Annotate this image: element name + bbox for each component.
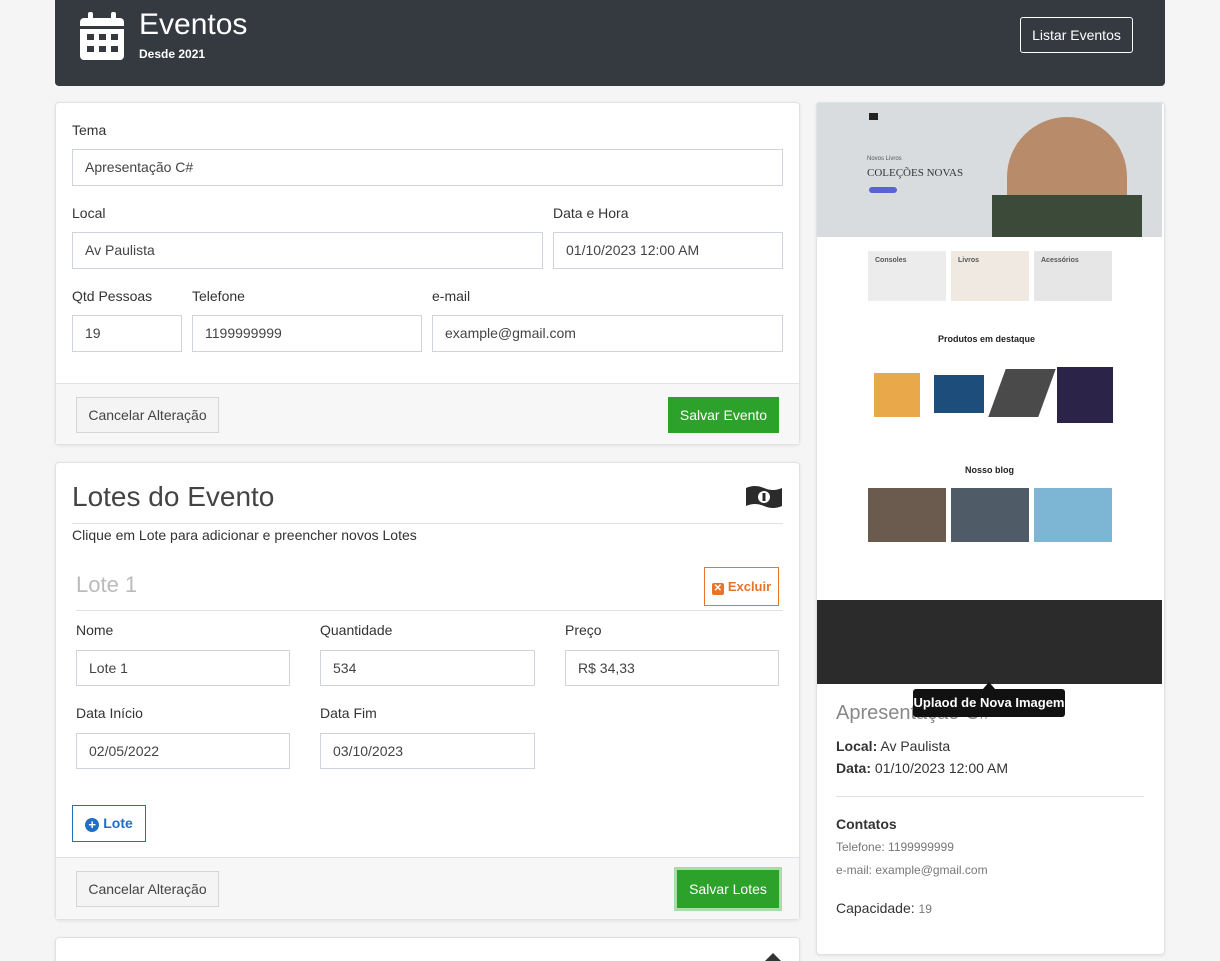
image-product-2 <box>934 375 984 413</box>
preview-capacidade: Capacidade: 19 <box>836 900 932 916</box>
image-hero: Novos Livros COLEÇÕES NOVAS <box>817 103 1162 237</box>
lote-preco-input[interactable]: R$ 34,33 <box>565 650 779 686</box>
preview-data: Data: 01/10/2023 12:00 AM <box>836 760 1008 776</box>
qtd-pessoas-label: Qtd Pessoas <box>72 288 153 304</box>
preview-local-label: Local: <box>836 738 878 754</box>
page-title: Eventos <box>139 8 248 41</box>
image-cat3-label: Acessórios <box>1041 257 1079 264</box>
preview-email: e-mail: example@gmail.com <box>836 863 988 877</box>
image-blog-2 <box>951 488 1029 542</box>
lote-nome-label: Nome <box>76 622 114 638</box>
local-label: Local <box>72 205 106 221</box>
lote-inicio-input[interactable]: 02/05/2022 <box>76 733 290 769</box>
add-lote-button[interactable]: + Lote <box>72 805 146 842</box>
lote-fim-label: Data Fim <box>320 705 377 721</box>
plus-circle-icon: + <box>85 818 100 832</box>
preview-divider <box>836 796 1144 797</box>
preview-capacidade-value: 19 <box>918 902 932 916</box>
preview-local: Local: Av Paulista <box>836 738 950 754</box>
tooltip-arrow <box>983 682 995 689</box>
delete-lote-button[interactable]: ✕ Excluir <box>704 567 779 606</box>
next-card <box>55 937 800 961</box>
image-blog-1 <box>868 488 946 542</box>
image-blog-title: Nosso blog <box>965 465 1014 475</box>
preview-local-value: Av Paulista <box>880 738 951 754</box>
image-hero-title: COLEÇÕES NOVAS <box>867 167 964 179</box>
delete-lote-label: Excluir <box>727 578 772 594</box>
preview-contatos-label: Contatos <box>836 816 897 832</box>
event-preview-card: Novos Livros COLEÇÕES NOVAS Consoles Liv… <box>816 102 1165 955</box>
lotes-title: Lotes do Evento <box>72 481 275 512</box>
close-icon: ✕ <box>711 582 724 595</box>
lote-divider <box>76 610 783 611</box>
tema-input[interactable]: Apresentação C# <box>72 149 783 186</box>
lote-nome-input[interactable]: Lote 1 <box>76 650 290 686</box>
lote-fim-input[interactable]: 03/10/2023 <box>320 733 535 769</box>
image-blog-3 <box>1034 488 1112 542</box>
preview-data-value: 01/10/2023 12:00 AM <box>874 760 1009 776</box>
image-hero-button <box>869 187 897 193</box>
data-hora-label: Data e Hora <box>553 205 629 221</box>
email-input[interactable]: example@gmail.com <box>432 315 783 352</box>
lotes-divider <box>72 523 783 524</box>
lote-title: Lote 1 <box>76 572 138 597</box>
image-hero-small: Novos Livros <box>867 156 902 162</box>
save-lotes-button[interactable]: Salvar Lotes <box>677 870 779 908</box>
lote-quantidade-input[interactable]: 534 <box>320 650 535 686</box>
page-subtitle: Desde 2021 <box>139 47 206 61</box>
lotes-help-text: Clique em Lote para adicionar e preenche… <box>72 527 417 543</box>
image-hero-book <box>992 195 1142 237</box>
preview-data-label: Data: <box>836 760 872 776</box>
preview-telefone: Telefone: 1199999999 <box>836 840 954 854</box>
image-product-3 <box>988 369 1056 417</box>
qtd-pessoas-input[interactable]: 19 <box>72 315 182 352</box>
cancel-event-button[interactable]: Cancelar Alteração <box>76 397 219 433</box>
logo-icon <box>869 113 878 120</box>
preview-capacidade-label: Capacidade: <box>836 900 915 916</box>
image-cat1-label: Consoles <box>875 257 907 264</box>
tema-label: Tema <box>72 122 107 138</box>
add-lote-label: Lote <box>103 815 133 831</box>
upload-image-tooltip: Uplaod de Nova Imagem <box>913 689 1065 717</box>
data-hora-input[interactable]: 01/10/2023 12:00 AM <box>553 232 783 269</box>
image-cat2-label: Livros <box>958 257 980 264</box>
list-events-button[interactable]: Listar Eventos <box>1020 17 1133 53</box>
local-input[interactable]: Av Paulista <box>72 232 543 269</box>
image-product-1 <box>874 373 920 417</box>
calendar-icon <box>80 12 124 60</box>
lote-quantidade-label: Quantidade <box>320 622 393 638</box>
email-label: e-mail <box>432 288 471 304</box>
save-event-button[interactable]: Salvar Evento <box>668 397 779 433</box>
image-featured-title: Produtos em destaque <box>938 334 1036 344</box>
image-footer <box>817 600 1162 684</box>
money-icon <box>746 486 782 508</box>
lote-inicio-label: Data Início <box>76 705 143 721</box>
event-image-upload[interactable]: Novos Livros COLEÇÕES NOVAS Consoles Liv… <box>817 103 1162 684</box>
cancel-lotes-button[interactable]: Cancelar Alteração <box>76 871 219 907</box>
arrow-icon <box>765 953 781 961</box>
telefone-input[interactable]: 1199999999 <box>192 315 422 352</box>
telefone-label: Telefone <box>192 288 245 304</box>
image-product-4 <box>1057 367 1113 423</box>
lote-preco-label: Preço <box>565 622 602 638</box>
